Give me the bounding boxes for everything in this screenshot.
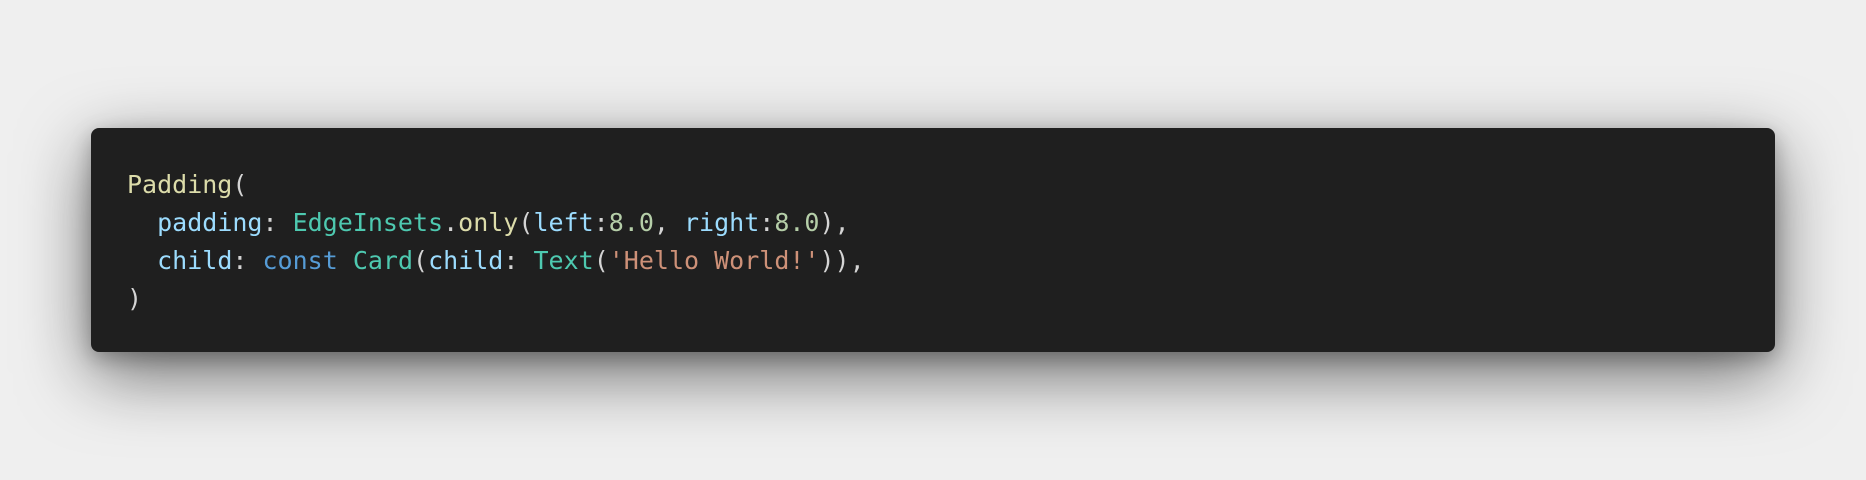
close-paren: )),: [819, 246, 865, 275]
method-name: only: [458, 208, 519, 237]
code-line-3: child: const Card(child: Text('Hello Wor…: [127, 242, 1775, 280]
argument-name: left: [533, 208, 594, 237]
open-paren: (: [232, 170, 248, 199]
open-paren: (: [518, 208, 534, 237]
type-name: EdgeInsets: [292, 208, 444, 237]
property-name: child: [428, 246, 504, 275]
property-name: padding: [157, 208, 263, 237]
string-literal: 'Hello World!': [608, 246, 820, 275]
code-line-2: padding: EdgeInsets.only(left:8.0, right…: [127, 204, 1775, 242]
property-name: child: [157, 246, 233, 275]
colon: :: [503, 246, 534, 275]
code-line-1: Padding(: [127, 166, 1775, 204]
close-paren: ): [127, 284, 143, 313]
type-name: Card: [352, 246, 414, 275]
function-name: Padding: [127, 170, 233, 199]
code-block: Padding( padding: EdgeInsets.only(left:8…: [91, 128, 1775, 352]
code-line-4: ): [127, 280, 1775, 318]
argument-name: right: [683, 208, 760, 237]
colon: :: [593, 208, 609, 237]
number-literal: 8.0: [774, 208, 820, 237]
open-paren: (: [593, 246, 609, 275]
number-literal: 8.0: [608, 208, 654, 237]
code-content: Padding( padding: EdgeInsets.only(left:8…: [127, 166, 1775, 318]
colon: :: [759, 208, 775, 237]
close-paren: ),: [819, 208, 850, 237]
colon: :: [262, 208, 293, 237]
keyword: const: [262, 246, 338, 275]
comma: ,: [653, 208, 684, 237]
type-name: Text: [533, 246, 594, 275]
colon: :: [232, 246, 263, 275]
dot: .: [443, 208, 459, 237]
open-paren: (: [413, 246, 429, 275]
